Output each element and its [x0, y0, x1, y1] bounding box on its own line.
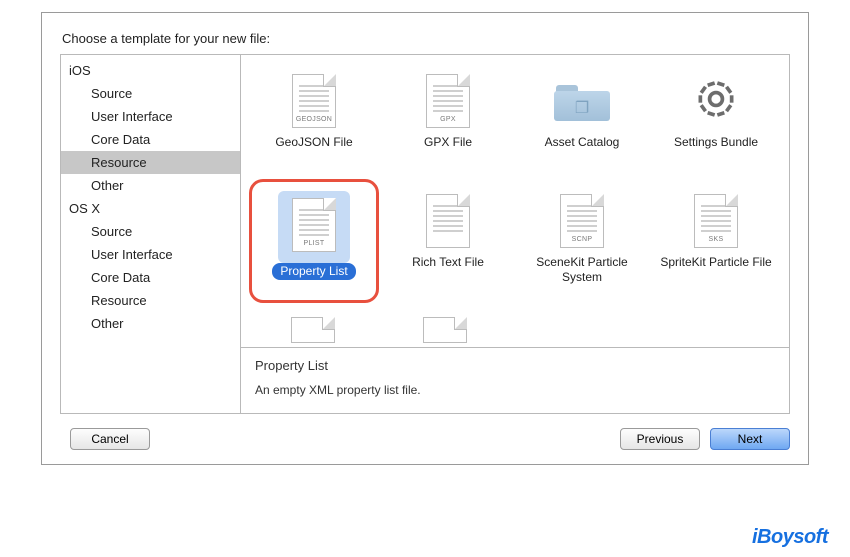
sidebar-item[interactable]: Core Data: [61, 266, 240, 289]
file-icon: SKS: [694, 194, 738, 248]
sidebar-item[interactable]: Resource: [61, 289, 240, 312]
template-item[interactable]: Rich Text File: [383, 185, 513, 297]
sidebar-heading: iOS: [61, 59, 240, 82]
button-bar: Cancel Previous Next: [60, 428, 790, 450]
watermark: iBoysoft: [752, 526, 828, 549]
gear-icon: [693, 76, 739, 126]
template-label: GeoJSON File: [275, 135, 352, 150]
cancel-button[interactable]: Cancel: [70, 428, 150, 450]
file-icon: PLIST: [292, 198, 336, 252]
sidebar-item[interactable]: Source: [61, 82, 240, 105]
template-label: Property List: [272, 263, 355, 280]
template-label: Asset Catalog: [545, 135, 620, 150]
template-item[interactable]: SCNP SceneKit Particle System: [517, 185, 647, 297]
description-body: An empty XML property list file.: [255, 383, 775, 397]
template-label: GPX File: [424, 135, 472, 150]
next-button[interactable]: Next: [710, 428, 790, 450]
sidebar-item[interactable]: Core Data: [61, 128, 240, 151]
template-label: SpriteKit Particle File: [660, 255, 771, 270]
template-item[interactable]: GPX GPX File: [383, 65, 513, 177]
file-icon: GEOJSON: [292, 74, 336, 128]
template-label: Settings Bundle: [674, 135, 758, 150]
sidebar-item[interactable]: User Interface: [61, 243, 240, 266]
previous-button[interactable]: Previous: [620, 428, 700, 450]
content-pane: GEOJSON GeoJSON File GPX GPX File ❐ Asset Cat…: [241, 55, 789, 413]
template-label: Rich Text File: [412, 255, 484, 270]
file-icon: GPX: [426, 74, 470, 128]
template-item[interactable]: GEOJSON GeoJSON File: [249, 65, 379, 177]
file-icon: SCNP: [560, 194, 604, 248]
folder-icon: ❐: [554, 81, 610, 121]
description-box: Property List An empty XML property list…: [241, 347, 789, 413]
new-file-sheet: Choose a template for your new file: iOS…: [41, 12, 809, 465]
sidebar-item[interactable]: Resource: [61, 151, 240, 174]
file-icon: [423, 317, 467, 343]
sidebar-item[interactable]: Source: [61, 220, 240, 243]
template-item[interactable]: PLIST Property List: [249, 185, 379, 297]
panes: iOSSourceUser InterfaceCore DataResource…: [60, 54, 790, 414]
sidebar-heading: OS X: [61, 197, 240, 220]
prompt-label: Choose a template for your new file:: [62, 31, 790, 46]
sidebar-item[interactable]: Other: [61, 312, 240, 335]
file-icon: [291, 317, 335, 343]
template-item[interactable]: Settings Bundle: [651, 65, 781, 177]
sidebar: iOSSourceUser InterfaceCore DataResource…: [61, 55, 241, 413]
description-title: Property List: [255, 358, 775, 373]
file-icon: [426, 194, 470, 248]
template-item[interactable]: ❐ Asset Catalog: [517, 65, 647, 177]
template-item[interactable]: SKS SpriteKit Particle File: [651, 185, 781, 297]
template-grid-overflow: [241, 317, 789, 347]
sidebar-item[interactable]: User Interface: [61, 105, 240, 128]
template-grid: GEOJSON GeoJSON File GPX GPX File ❐ Asset Cat…: [241, 55, 789, 317]
template-label: SceneKit Particle System: [522, 255, 642, 285]
sidebar-item[interactable]: Other: [61, 174, 240, 197]
